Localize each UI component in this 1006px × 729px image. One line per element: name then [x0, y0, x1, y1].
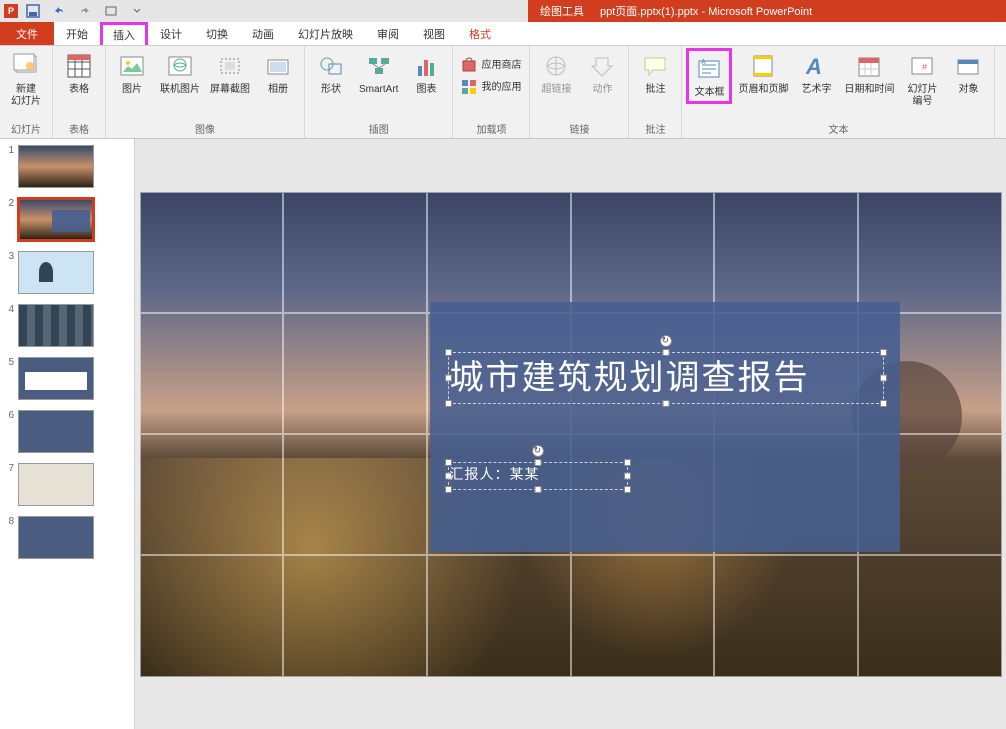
textbox-button[interactable]: A 文本框 — [686, 48, 732, 104]
resize-handle[interactable] — [534, 486, 541, 493]
tab-animations[interactable]: 动画 — [240, 22, 286, 45]
start-from-beginning-icon[interactable] — [100, 1, 122, 21]
thumbnail-7[interactable]: 7 — [4, 463, 130, 506]
resize-handle[interactable] — [662, 400, 669, 407]
tab-review[interactable]: 审阅 — [365, 22, 411, 45]
document-title: ppt页面.pptx(1).pptx - Microsoft PowerPoin… — [600, 3, 812, 19]
resize-handle[interactable] — [880, 400, 887, 407]
header-footer-button[interactable]: 页眉和页脚 — [734, 48, 792, 98]
contextual-tab-label: 绘图工具 — [534, 3, 590, 19]
title-textbox[interactable]: 城市建筑规划调查报告 — [450, 350, 880, 399]
ribbon: 新建 幻灯片 幻灯片 表格 表格 图片 联机图片 屏幕截图 — [0, 46, 1006, 139]
group-comments-label: 批注 — [633, 119, 677, 138]
tab-design[interactable]: 设计 — [148, 22, 194, 45]
tab-transitions[interactable]: 切换 — [194, 22, 240, 45]
rotate-handle-icon[interactable] — [532, 445, 544, 457]
album-icon — [262, 50, 294, 82]
header-footer-icon — [747, 50, 779, 82]
comment-icon — [639, 50, 671, 82]
undo-icon[interactable] — [48, 1, 70, 21]
app-store-button[interactable]: 应用商店 — [457, 56, 525, 76]
object-button[interactable]: 对象 — [946, 48, 990, 98]
subtitle-textbox[interactable]: 汇报人：某某 — [450, 464, 630, 484]
thumbnail-1[interactable]: 1 — [4, 145, 130, 188]
screenshot-button[interactable]: 屏幕截图 — [206, 48, 254, 98]
action-icon — [586, 50, 618, 82]
group-links-label: 链接 — [534, 119, 624, 138]
slide-editor[interactable]: 城市建筑规划调查报告 汇报人：某某 — [135, 139, 1006, 729]
tab-slideshow[interactable]: 幻灯片放映 — [286, 22, 365, 45]
resize-handle[interactable] — [880, 349, 887, 356]
slide-number-icon: # — [906, 50, 938, 82]
qat-customize-icon[interactable] — [126, 1, 148, 21]
rotate-handle-icon[interactable] — [660, 335, 672, 347]
smartart-button[interactable]: SmartArt — [355, 48, 402, 98]
textbox-icon: A — [693, 53, 725, 85]
shapes-icon — [315, 50, 347, 82]
slide-subtitle-text: 汇报人：某某 — [450, 464, 630, 484]
apps-icon — [461, 79, 477, 95]
group-images-label: 图像 — [110, 119, 300, 138]
store-icon — [461, 57, 477, 73]
datetime-icon — [853, 50, 885, 82]
table-button[interactable]: 表格 — [57, 48, 101, 98]
online-picture-button[interactable]: 联机图片 — [156, 48, 204, 98]
album-button[interactable]: 相册 — [256, 48, 300, 98]
online-picture-icon — [164, 50, 196, 82]
thumbnail-6[interactable]: 6 — [4, 410, 130, 453]
group-text-label: 文本 — [686, 119, 990, 138]
group-illustrations-label: 插图 — [309, 119, 448, 138]
slide-title-text: 城市建筑规划调查报告 — [450, 350, 880, 399]
new-slide-icon — [10, 50, 42, 82]
screenshot-icon — [214, 50, 246, 82]
group-addons-label: 加载项 — [457, 119, 525, 138]
picture-button[interactable]: 图片 — [110, 48, 154, 98]
new-slide-button[interactable]: 新建 幻灯片 — [4, 48, 48, 110]
resize-handle[interactable] — [880, 374, 887, 381]
smartart-icon — [363, 50, 395, 82]
group-tables-label: 表格 — [57, 119, 101, 138]
resize-handle[interactable] — [445, 400, 452, 407]
redo-icon[interactable] — [74, 1, 96, 21]
thumbnail-3[interactable]: 3 — [4, 251, 130, 294]
slide-canvas[interactable]: 城市建筑规划调查报告 汇报人：某某 — [140, 192, 1002, 677]
datetime-button[interactable]: 日期和时间 — [840, 48, 898, 98]
object-icon — [952, 50, 984, 82]
workspace: 1 2 3 4 5 6 7 8 — [0, 139, 1006, 729]
titlebar: P 绘图工具 ppt页面.pptx(1).pptx - Microsoft Po… — [0, 0, 1006, 22]
shapes-button[interactable]: 形状 — [309, 48, 353, 98]
thumbnail-5[interactable]: 5 — [4, 357, 130, 400]
save-icon[interactable] — [22, 1, 44, 21]
slide-number-button[interactable]: # 幻灯片 编号 — [900, 48, 944, 110]
app-icon: P — [4, 4, 18, 18]
action-button[interactable]: 动作 — [580, 48, 624, 98]
wordart-icon: A — [800, 50, 832, 82]
my-apps-button[interactable]: 我的应用 — [457, 78, 525, 98]
svg-text:A: A — [701, 59, 706, 66]
thumbnail-panel[interactable]: 1 2 3 4 5 6 7 8 — [0, 139, 135, 729]
svg-text:#: # — [922, 62, 927, 72]
group-slides-label: 幻灯片 — [4, 119, 48, 138]
thumbnail-4[interactable]: 4 — [4, 304, 130, 347]
wordart-button[interactable]: A 艺术字 — [794, 48, 838, 98]
ribbon-tabs: 文件 开始 插入 设计 切换 动画 幻灯片放映 审阅 视图 格式 — [0, 22, 1006, 46]
tab-format[interactable]: 格式 — [457, 22, 503, 45]
tab-file[interactable]: 文件 — [0, 22, 54, 45]
resize-handle[interactable] — [445, 486, 452, 493]
comment-button[interactable]: 批注 — [633, 48, 677, 98]
hyperlink-button[interactable]: 超链接 — [534, 48, 578, 98]
tab-home[interactable]: 开始 — [54, 22, 100, 45]
hyperlink-icon — [540, 50, 572, 82]
thumbnail-2[interactable]: 2 — [4, 198, 130, 241]
resize-handle[interactable] — [624, 486, 631, 493]
chart-button[interactable]: 图表 — [404, 48, 448, 98]
thumbnail-8[interactable]: 8 — [4, 516, 130, 559]
chart-icon — [410, 50, 442, 82]
table-icon — [63, 50, 95, 82]
tab-view[interactable]: 视图 — [411, 22, 457, 45]
picture-icon — [116, 50, 148, 82]
tab-insert[interactable]: 插入 — [100, 22, 148, 45]
svg-text:A: A — [805, 54, 822, 79]
